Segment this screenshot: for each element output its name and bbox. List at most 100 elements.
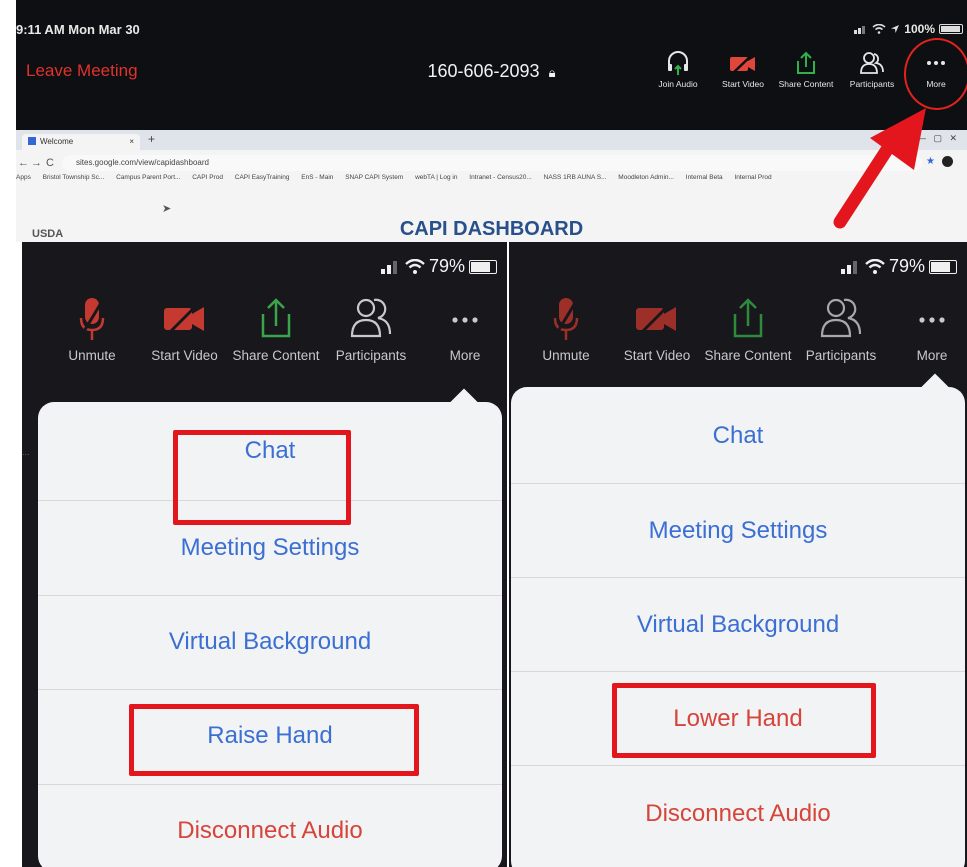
browser-tab[interactable]: Welcome × bbox=[22, 134, 140, 150]
address-bar-row: ← → C sites.google.com/view/capidashboar… bbox=[16, 152, 967, 174]
bookmark-item[interactable]: Bristol Township Sc... bbox=[43, 174, 105, 181]
more-label: More bbox=[916, 348, 948, 363]
site-favicon bbox=[28, 137, 36, 145]
battery-icon bbox=[929, 259, 957, 274]
more-dots-icon bbox=[452, 317, 478, 323]
status-indicators: 79% bbox=[840, 256, 957, 277]
share-content-button[interactable]: Share Content bbox=[230, 294, 322, 363]
start-video-label: Start Video bbox=[151, 348, 218, 363]
menu-divider bbox=[511, 671, 965, 672]
battery-icon bbox=[939, 24, 963, 34]
share-icon bbox=[261, 298, 291, 338]
bookmark-item[interactable]: Moodleton Admin... bbox=[618, 174, 674, 181]
battery-percent: 79% bbox=[428, 256, 465, 276]
bookmarks-bar: Apps Bristol Township Sc... Campus Paren… bbox=[16, 174, 967, 188]
left-phone-screen: 79% Unmute Start Video Share Content Par… bbox=[22, 242, 507, 867]
unmute-label: Unmute bbox=[68, 348, 116, 363]
tab-close-icon[interactable]: × bbox=[129, 134, 134, 150]
unmute-button[interactable]: Unmute bbox=[539, 294, 593, 363]
start-video-button[interactable]: Start Video bbox=[621, 294, 693, 363]
video-off-icon bbox=[636, 298, 676, 338]
menu-caret bbox=[919, 373, 951, 405]
wifi-icon bbox=[872, 24, 886, 34]
menu-item-disconnect-audio[interactable]: Disconnect Audio bbox=[38, 817, 502, 845]
background-text: ... bbox=[22, 447, 30, 457]
bookmark-item[interactable]: CAPI Prod bbox=[192, 174, 223, 181]
tab-title: Welcome bbox=[40, 137, 74, 146]
start-video-button[interactable]: Start Video bbox=[710, 50, 776, 100]
new-tab-icon[interactable]: + bbox=[148, 132, 155, 146]
back-icon[interactable]: ← bbox=[18, 157, 29, 169]
participants-button[interactable]: Participants bbox=[801, 294, 881, 363]
menu-item-meeting-settings[interactable]: Meeting Settings bbox=[38, 534, 502, 562]
menu-item-meeting-settings[interactable]: Meeting Settings bbox=[511, 517, 965, 545]
bookmark-item[interactable]: Campus Parent Port... bbox=[116, 174, 180, 181]
participants-icon bbox=[350, 298, 392, 338]
annotation-arrow-icon bbox=[833, 108, 926, 229]
menu-divider bbox=[38, 595, 502, 596]
menu-item-virtual-background[interactable]: Virtual Background bbox=[511, 611, 965, 639]
share-content-label: Share Content bbox=[704, 348, 792, 363]
page-heading: CAPI DASHBOARD bbox=[399, 218, 584, 240]
more-button[interactable]: More bbox=[440, 294, 490, 363]
menu-divider bbox=[511, 577, 965, 578]
bookmark-item[interactable]: SNAP CAPI System bbox=[345, 174, 403, 181]
video-off-icon bbox=[730, 52, 755, 75]
share-content-button[interactable]: Share Content bbox=[703, 294, 793, 363]
forward-icon[interactable]: → bbox=[31, 157, 42, 169]
wifi-icon bbox=[865, 258, 885, 274]
battery-percent: 100% bbox=[904, 22, 935, 36]
signal-icon bbox=[854, 26, 866, 34]
chat-annotation-box bbox=[173, 430, 351, 525]
share-icon bbox=[797, 51, 815, 74]
bookmark-item[interactable]: webTA | Log in bbox=[415, 174, 457, 181]
video-off-icon bbox=[163, 298, 204, 338]
url-field[interactable]: sites.google.com/view/capidashboard bbox=[62, 155, 922, 171]
reload-icon[interactable]: C bbox=[46, 157, 54, 169]
mic-off-icon bbox=[552, 297, 580, 340]
mic-off-icon bbox=[78, 297, 106, 340]
menu-item-virtual-background[interactable]: Virtual Background bbox=[38, 628, 502, 656]
shared-browser-window: Welcome × + — ▢ ✕ ← → C sites.google.com/… bbox=[16, 130, 967, 242]
menu-item-chat[interactable]: Chat bbox=[511, 422, 965, 450]
share-icon bbox=[733, 298, 763, 338]
more-menu: Chat Meeting Settings Virtual Background… bbox=[511, 373, 965, 867]
menu-divider bbox=[38, 784, 502, 785]
menu-divider bbox=[38, 689, 502, 690]
bookmark-item[interactable]: EnS - Main bbox=[301, 174, 333, 181]
bookmark-item[interactable]: CAPI EasyTraining bbox=[235, 174, 290, 181]
mouse-cursor-icon: ➤ bbox=[162, 203, 172, 215]
bookmark-item[interactable]: Intranet - Census20... bbox=[469, 174, 532, 181]
join-audio-button[interactable]: Join Audio bbox=[645, 50, 711, 100]
participants-button[interactable]: Participants bbox=[330, 294, 412, 363]
participants-label: Participants bbox=[805, 348, 877, 363]
bookmark-item[interactable]: Apps bbox=[16, 174, 31, 181]
unmute-button[interactable]: Unmute bbox=[62, 294, 122, 363]
menu-item-disconnect-audio[interactable]: Disconnect Audio bbox=[511, 800, 965, 828]
start-video-label: Start Video bbox=[623, 348, 691, 363]
signal-icon bbox=[380, 260, 397, 274]
more-button[interactable]: More bbox=[907, 294, 957, 363]
signal-icon bbox=[840, 260, 857, 274]
location-icon bbox=[891, 25, 900, 33]
unmute-label: Unmute bbox=[542, 348, 590, 363]
wifi-icon bbox=[405, 258, 425, 274]
lock-icon: 🔒︎ bbox=[548, 65, 556, 80]
menu-caret bbox=[448, 388, 480, 420]
bookmark-item[interactable]: Internal Beta bbox=[686, 174, 723, 181]
bookmark-item[interactable]: Internal Prod bbox=[734, 174, 771, 181]
battery-icon bbox=[469, 259, 497, 274]
menu-divider bbox=[511, 483, 965, 484]
status-bar: 9:11 AM Mon Mar 30 100% bbox=[16, 0, 967, 38]
start-video-button[interactable]: Start Video bbox=[147, 294, 222, 363]
right-phone-screen: 79% Unmute Start Video Share Content Par… bbox=[509, 242, 967, 867]
more-dots-icon bbox=[919, 317, 945, 323]
participants-label: Participants bbox=[849, 79, 895, 89]
browser-tab-strip: Welcome × + — ▢ ✕ bbox=[16, 130, 967, 150]
raise-hand-annotation-box bbox=[129, 704, 419, 776]
headphones-icon bbox=[668, 51, 688, 75]
more-label: More bbox=[449, 348, 481, 363]
bookmark-item[interactable]: NASS 1RB AUNA S... bbox=[544, 174, 607, 181]
profile-icon[interactable] bbox=[942, 156, 953, 167]
battery-percent: 79% bbox=[888, 256, 925, 276]
